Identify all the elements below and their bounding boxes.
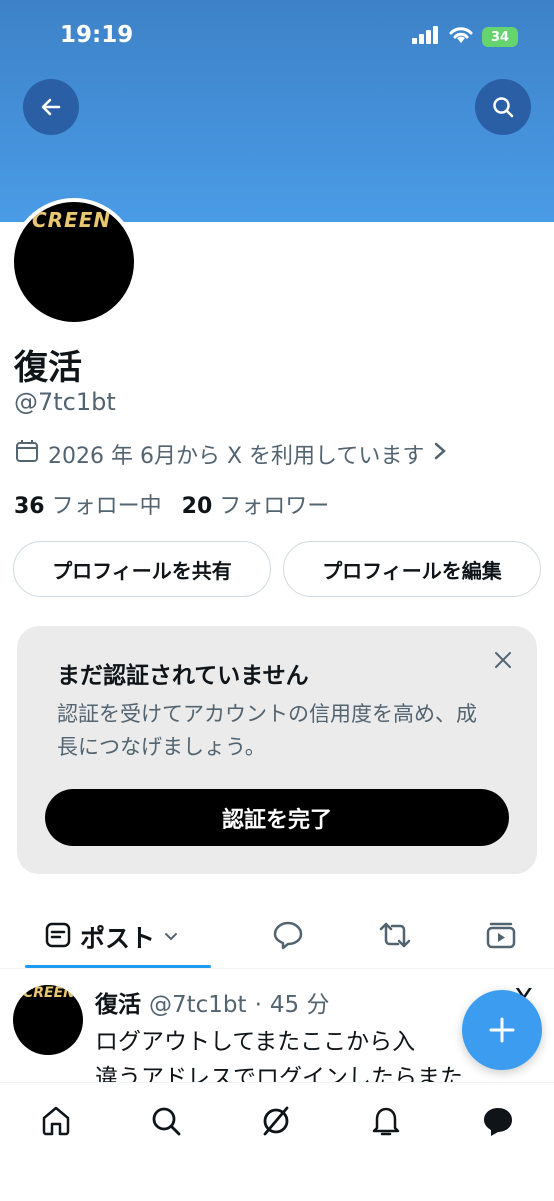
post-time: 45 分 — [269, 992, 330, 1018]
search-icon — [493, 97, 514, 118]
joined-text: 2026 年 6月から X を利用しています — [48, 444, 425, 469]
nav-home[interactable] — [36, 1101, 76, 1141]
tab-reposts[interactable] — [378, 906, 412, 968]
status-icons: 34 — [412, 25, 518, 49]
complete-verification-button[interactable]: 認証を完了 — [45, 789, 509, 846]
arrow-left-icon — [41, 98, 61, 116]
video-icon — [485, 920, 517, 954]
joined-date[interactable]: 2026 年 6月から X を利用しています — [14, 438, 448, 470]
grok-icon — [263, 1106, 289, 1136]
post-header: 復活 @7tc1bt · 45 分 — [95, 985, 329, 1019]
repost-icon — [378, 920, 412, 954]
search-icon — [152, 1107, 181, 1136]
battery-indicator: 34 — [482, 27, 518, 47]
post-avatar-text: CREEN — [23, 985, 75, 1001]
followers-link[interactable]: 20 フォロワー — [182, 488, 330, 520]
post-author-handle: @7tc1bt — [149, 992, 247, 1018]
share-profile-button[interactable]: プロフィールを共有 — [13, 541, 271, 597]
nav-grok[interactable] — [256, 1101, 296, 1141]
active-tab-indicator — [25, 965, 211, 968]
post-separator: · — [254, 992, 262, 1018]
profile-handle: @7tc1bt — [14, 388, 116, 416]
close-icon[interactable] — [493, 650, 513, 674]
search-button[interactable] — [475, 79, 531, 135]
wifi-icon — [448, 25, 474, 49]
bell-icon — [372, 1107, 400, 1136]
bottom-navigation — [0, 1082, 554, 1201]
post-line-2: 違うアドレスでログインしたらまた — [95, 1065, 463, 1084]
tab-replies[interactable] — [272, 906, 304, 968]
back-button[interactable] — [23, 79, 79, 135]
plus-icon — [489, 1017, 515, 1043]
profile-tabs: ポスト — [0, 906, 554, 969]
chevron-right-icon — [432, 440, 448, 468]
signal-icon — [412, 26, 440, 48]
profile-name: 復活 — [14, 348, 82, 388]
nav-search[interactable] — [146, 1101, 186, 1141]
home-icon — [42, 1106, 70, 1136]
chat-icon — [484, 1108, 512, 1136]
chevron-down-icon — [163, 928, 179, 947]
follow-stats: 36 フォロー中 20 フォロワー — [14, 488, 329, 520]
avatar-text: CREEN — [32, 208, 112, 232]
edit-profile-button[interactable]: プロフィールを編集 — [283, 541, 541, 597]
verify-card: まだ認証されていません 認証を受けてアカウントの信用度を高め、成長につなげましょ… — [17, 626, 537, 874]
tab-posts[interactable]: ポスト — [44, 906, 179, 968]
nav-messages[interactable] — [478, 1101, 518, 1141]
calendar-icon — [14, 438, 40, 470]
post-list-icon — [44, 921, 72, 953]
following-link[interactable]: 36 フォロー中 — [14, 488, 162, 520]
avatar[interactable]: CREEN — [10, 198, 138, 326]
verify-card-description: 認証を受けてアカウントの信用度を高め、成長につなげましょう。 — [57, 702, 477, 759]
verify-card-title: まだ認証されていません — [57, 663, 309, 689]
tab-media[interactable] — [485, 906, 517, 968]
post-avatar[interactable]: CREEN — [13, 985, 83, 1055]
reply-icon — [272, 920, 304, 954]
tab-posts-label: ポスト — [80, 924, 156, 953]
status-time: 19:19 — [60, 22, 134, 48]
nav-notifications[interactable] — [366, 1101, 406, 1141]
post-author-name: 復活 — [95, 992, 141, 1018]
compose-button[interactable] — [462, 990, 542, 1070]
